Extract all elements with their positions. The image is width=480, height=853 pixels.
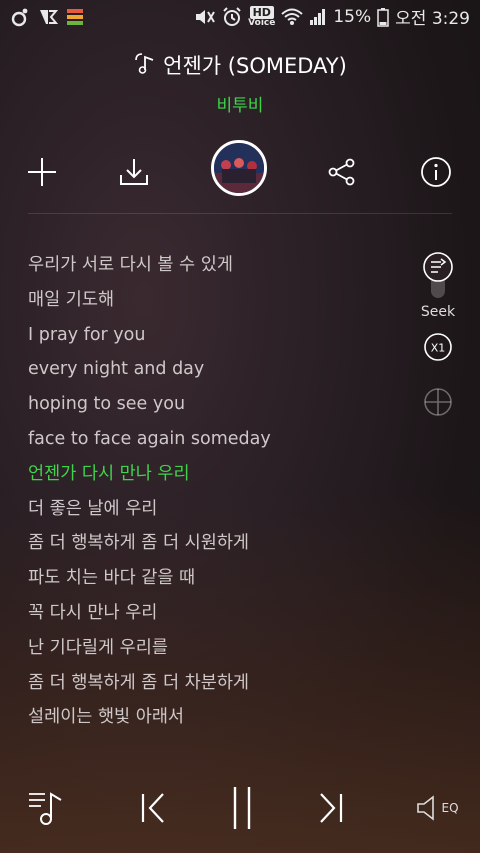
album-art[interactable] [211, 140, 267, 196]
info-button[interactable] [416, 154, 456, 194]
hd-label: HD [249, 5, 274, 19]
hd-voice-badge: HD Voice [248, 5, 276, 28]
action-row [0, 140, 480, 208]
playlist-music-icon [29, 792, 62, 825]
plus-icon [26, 156, 58, 192]
download-button[interactable] [114, 154, 154, 194]
lyric-line[interactable]: I pray for you [28, 320, 408, 355]
pause-icon [233, 787, 251, 829]
lyric-line[interactable]: face to face again someday [28, 424, 408, 459]
app-grid-icon [66, 8, 84, 26]
lyrics-side-controls: Seek X1 [412, 250, 464, 418]
lyric-line[interactable]: 파도 치는 바다 같을 때 [28, 563, 408, 598]
share-icon [327, 157, 357, 191]
mute-icon [194, 8, 216, 26]
battery-icon [377, 7, 389, 27]
status-bar: HD Voice 15% 오전 3:29 [0, 0, 480, 33]
clock: 오전 3:29 [395, 9, 470, 29]
battery-percent: 15% [333, 6, 372, 27]
seek-label: Seek [420, 304, 456, 320]
eq-label: EQ [441, 801, 459, 815]
vpn-notification-icon [38, 7, 58, 27]
seek-toggle-icon [423, 252, 453, 298]
download-icon [118, 156, 150, 192]
add-to-playlist-button[interactable] [22, 154, 62, 194]
song-title-row: 언젠가 (SOMEDAY) [0, 50, 480, 80]
lyric-line[interactable]: every night and day [28, 354, 408, 389]
lyric-line[interactable]: 좀 더 행복하게 좀 더 차분하게 [28, 668, 408, 703]
lyric-line[interactable]: 설레이는 햇빛 아래서 [28, 702, 408, 737]
header-divider [28, 213, 452, 214]
music-note-icon [133, 52, 157, 79]
playlist-button[interactable] [26, 786, 68, 830]
speed-button[interactable]: X1 [412, 332, 464, 362]
next-icon [320, 793, 343, 823]
lyric-line[interactable]: 좀 더 행복하게 좀 더 시원하게 [28, 528, 408, 563]
lyric-line-active[interactable]: 언젠가 다시 만나 우리 [28, 459, 408, 494]
pause-button[interactable] [226, 784, 258, 832]
equalizer-button[interactable]: EQ [414, 792, 460, 824]
seek-toggle-button[interactable] [412, 250, 464, 302]
previous-icon [141, 793, 164, 823]
speed-icon: X1 [424, 333, 452, 361]
next-track-button[interactable] [314, 788, 348, 828]
song-title: 언젠가 (SOMEDAY) [163, 54, 347, 78]
speed-label: X1 [431, 342, 446, 355]
album-cover-image [214, 143, 264, 193]
signal-icon [309, 8, 327, 26]
lyrics-panel[interactable]: 우리가 서로 다시 볼 수 있게 매일 기도해 I pray for you e… [28, 250, 408, 737]
lyric-line[interactable]: hoping to see you [28, 389, 408, 424]
lyric-line[interactable]: 더 좋은 날에 우리 [28, 494, 408, 529]
focus-current-lyric-button[interactable] [412, 386, 464, 418]
lyric-line[interactable]: 매일 기도해 [28, 285, 408, 320]
share-button[interactable] [322, 154, 362, 194]
lyric-line[interactable]: 꼭 다시 만나 우리 [28, 598, 408, 633]
speaker-icon [417, 795, 435, 821]
lyric-line[interactable]: 난 기다릴게 우리를 [28, 633, 408, 668]
playback-controls: EQ [0, 780, 480, 840]
app-notification-icon [10, 7, 30, 27]
artist-name[interactable]: 비투비 [0, 91, 480, 116]
info-icon [420, 156, 452, 192]
lyric-line[interactable]: 우리가 서로 다시 볼 수 있게 [28, 250, 408, 285]
crosshair-icon [424, 388, 452, 416]
previous-track-button[interactable] [136, 788, 170, 828]
voice-label: Voice [248, 17, 276, 28]
wifi-icon [281, 7, 304, 27]
alarm-icon [222, 6, 242, 27]
